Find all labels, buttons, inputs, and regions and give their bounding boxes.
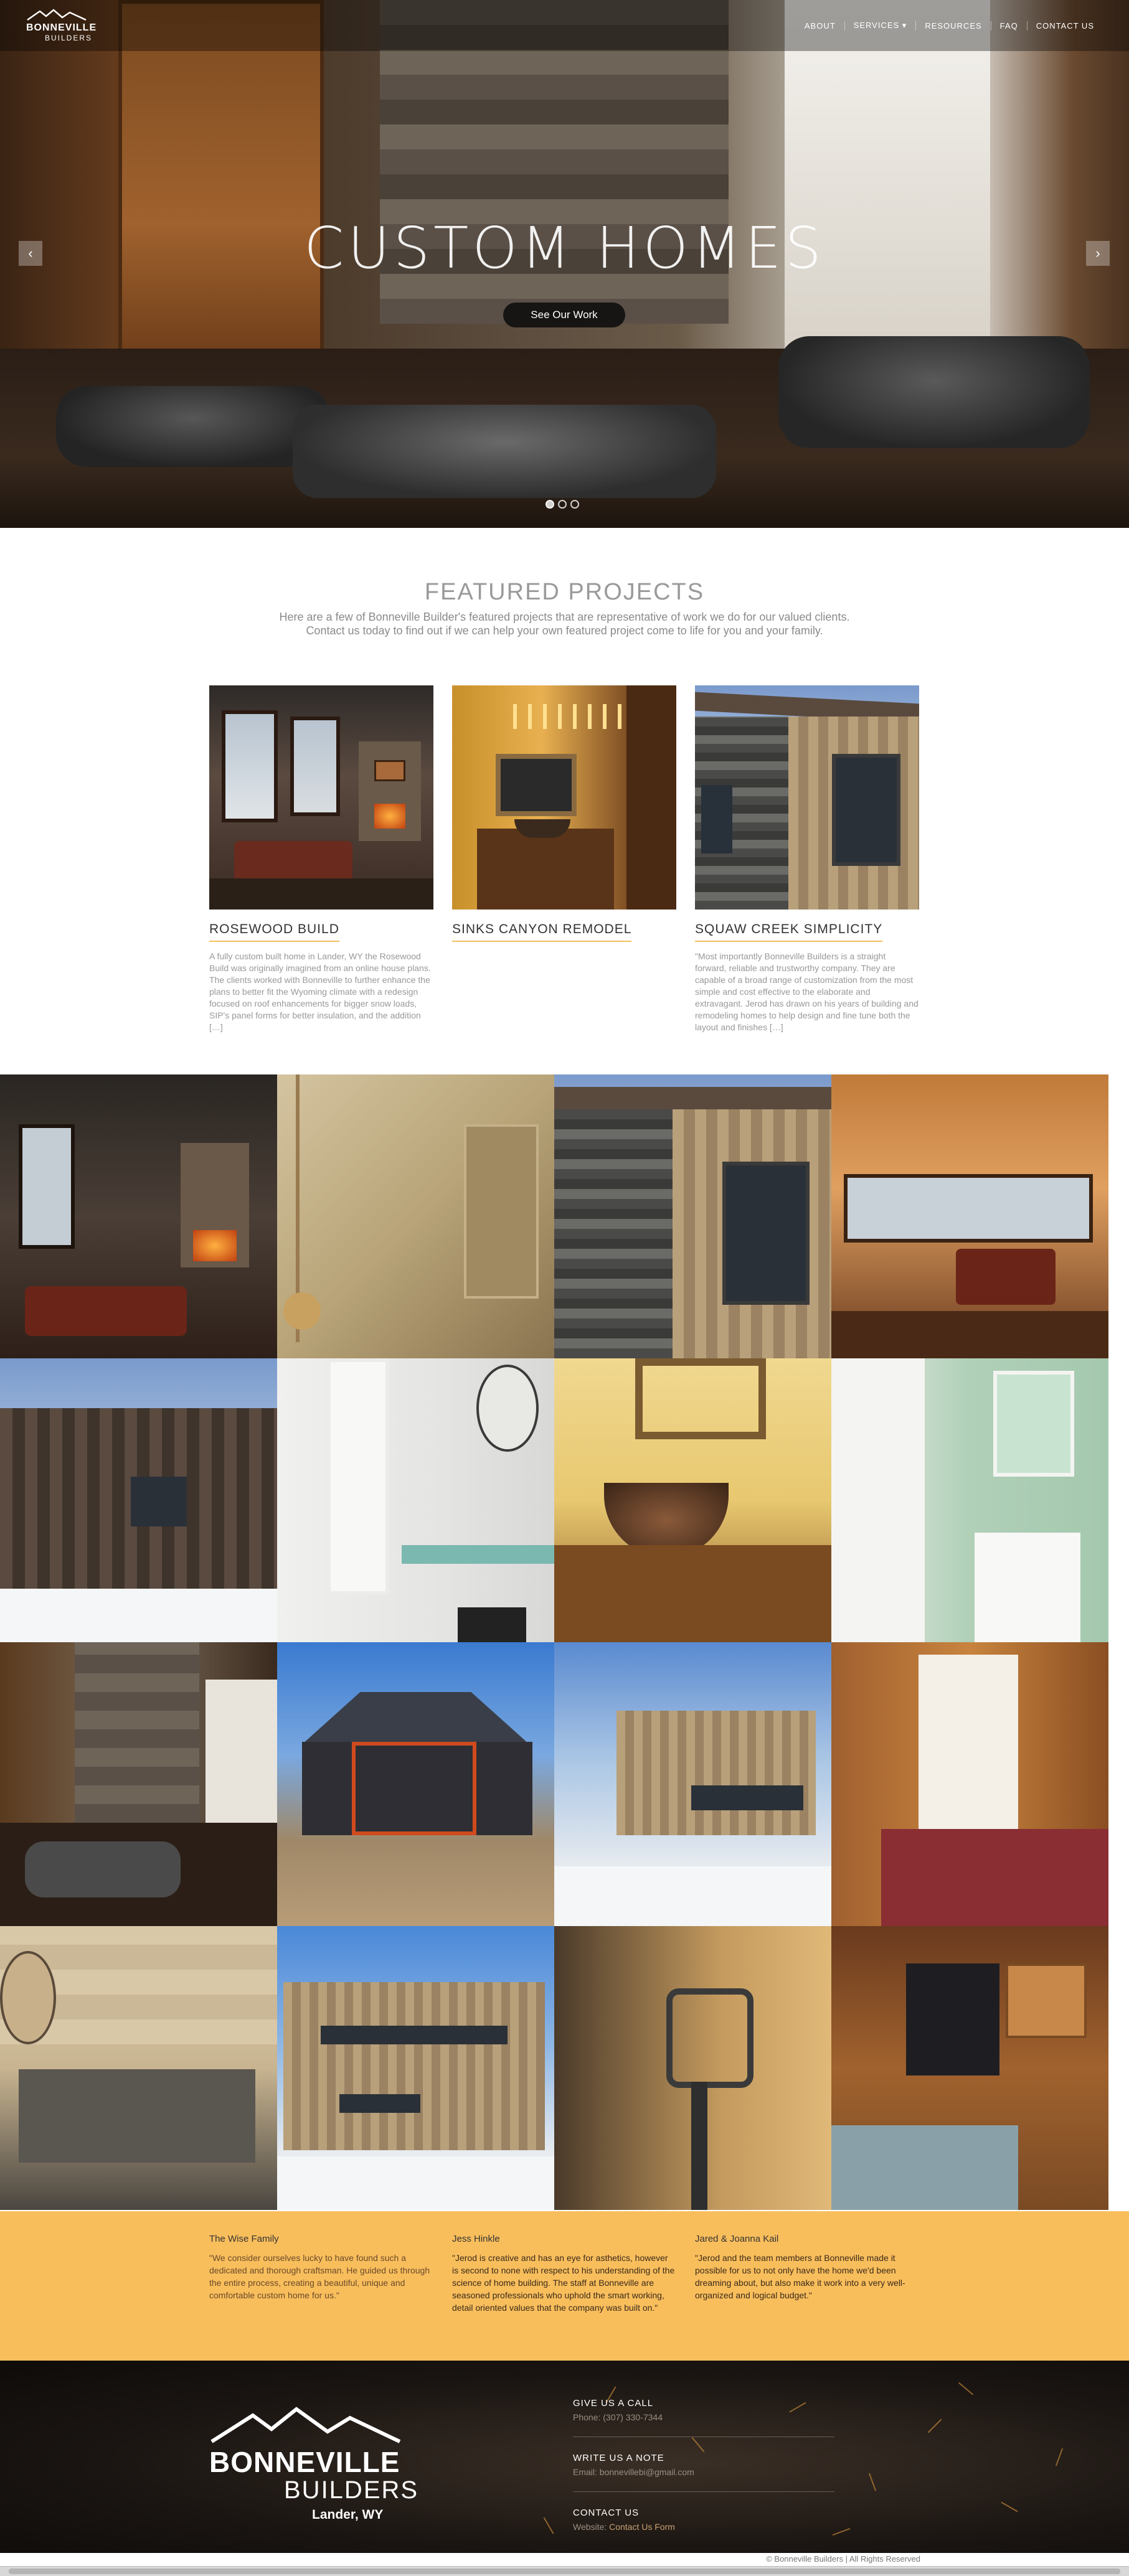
footer-write-heading: WRITE US A NOTE	[573, 2453, 664, 2463]
project-card-rosewood[interactable]: ROSEWOOD BUILD A fully custom built home…	[209, 685, 433, 1033]
prev-slide-button[interactable]: ‹	[19, 241, 42, 266]
nav-faq[interactable]: FAQ	[991, 21, 1027, 31]
hero-window	[785, 0, 990, 349]
footer-email[interactable]: Email: bonnevillebi@gmail.com	[573, 2467, 834, 2477]
gallery-tile-murphy-bed[interactable]	[831, 1642, 1108, 1926]
site-footer: BONNEVILLE BUILDERS Lander, WY GIVE US A…	[0, 2361, 1129, 2566]
footer-write: WRITE US A NOTE Email: bonnevillebi@gmai…	[573, 2453, 834, 2477]
project-desc-rosewood: A fully custom built home in Lander, WY …	[209, 951, 431, 1032]
footer-contact: CONTACT US Website: Contact Us Form	[573, 2508, 834, 2532]
footer-logo-bonneville: BONNEVILLE	[209, 2446, 400, 2478]
testimonial-author: Jess Hinkle	[452, 2234, 500, 2244]
gallery-tile-kitchen[interactable]	[831, 1926, 1108, 2210]
main-menu: ABOUT SERVICES ▾ RESOURCES FAQ CONTACT U…	[796, 19, 1103, 32]
slide-dot-1[interactable]	[546, 500, 554, 509]
footer-contact-label: Website:	[573, 2522, 607, 2532]
project-name-squaw-creek[interactable]: SQUAW CREEK SIMPLICITY	[695, 922, 883, 942]
project-name-sinks-canyon[interactable]: SINKS CANYON REMODEL	[452, 922, 632, 942]
hero-sink-right	[778, 336, 1090, 448]
project-name-rosewood[interactable]: ROSEWOOD BUILD	[209, 922, 339, 942]
gallery-tile-great-room[interactable]	[831, 1074, 1108, 1358]
featured-projects-subtitle: Here are a few of Bonneville Builder's f…	[279, 611, 850, 637]
testimonial-author: Jared & Joanna Kail	[695, 2234, 779, 2244]
logo-text-builders: BUILDERS	[45, 34, 93, 42]
contact-form-link[interactable]: Contact Us Form	[609, 2522, 675, 2532]
gallery-tile-modern-exterior[interactable]	[554, 1642, 831, 1926]
horizontal-scrollbar[interactable]	[0, 2566, 1129, 2576]
hero-door	[118, 0, 324, 374]
footer-divider	[573, 2491, 834, 2492]
slide-dot-3[interactable]	[570, 500, 579, 509]
nav-about[interactable]: ABOUT	[796, 21, 845, 31]
testimonial-1: The Wise Family "We consider ourselves l…	[209, 2234, 433, 2301]
gallery-tile-living-room[interactable]	[0, 1074, 277, 1358]
see-our-work-button[interactable]: See Our Work	[503, 303, 625, 327]
gallery-tile-trough-sink[interactable]	[0, 1926, 277, 2210]
gallery-tile-squaw-exterior[interactable]	[554, 1074, 831, 1358]
nav-services[interactable]: SERVICES ▾	[845, 21, 917, 31]
gallery-tile-timber-home[interactable]	[277, 1642, 554, 1926]
project-card-sinks-canyon[interactable]: SINKS CANYON REMODEL	[452, 685, 676, 951]
gallery-tile-bathroom-closet[interactable]	[277, 1358, 554, 1642]
gallery-tile-double-sinks[interactable]	[0, 1642, 277, 1926]
featured-projects-title: FEATURED PROJECTS	[424, 579, 705, 605]
mountain-logo-icon	[27, 9, 87, 21]
project-image-sinks-canyon[interactable]	[452, 685, 676, 910]
footer-logo-builders: BUILDERS	[284, 2476, 419, 2504]
next-slide-button[interactable]: ›	[1086, 241, 1110, 266]
footer-phone[interactable]: Phone: (307) 330-7344	[573, 2412, 834, 2422]
slide-dot-2[interactable]	[558, 500, 567, 509]
nav-contact-us[interactable]: CONTACT US	[1027, 21, 1103, 31]
logo-text-bonneville: BONNEVILLE	[26, 22, 97, 33]
photo-gallery	[0, 1074, 1129, 2211]
footer-call-heading: GIVE US A CALL	[573, 2398, 654, 2409]
scrollbar-thumb[interactable]	[9, 2569, 1120, 2574]
hero-sink-center	[293, 405, 716, 498]
footer-contact-heading: CONTACT US	[573, 2508, 640, 2518]
footer-contact-line: Website: Contact Us Form	[573, 2522, 834, 2532]
testimonial-3: Jared & Joanna Kail "Jerod and the team …	[695, 2234, 919, 2301]
project-card-squaw-creek[interactable]: SQUAW CREEK SIMPLICITY "Most importantly…	[695, 685, 919, 1033]
gallery-tile-pedestal-sink[interactable]	[831, 1358, 1108, 1642]
project-image-squaw-creek[interactable]	[695, 685, 919, 910]
hero-slider: CUSTOM HOMES See Our Work ‹ ›	[0, 0, 1129, 528]
gallery-tile-shower[interactable]	[277, 1074, 554, 1358]
testimonial-quote: "We consider ourselves lucky to have fou…	[209, 2253, 430, 2300]
testimonial-quote: "Jerod and the team members at Bonnevill…	[695, 2253, 905, 2300]
mountain-logo-icon	[210, 2407, 401, 2443]
testimonial-2: Jess Hinkle "Jerod is creative and has a…	[452, 2234, 676, 2314]
slide-dots	[546, 500, 579, 509]
footer-logo[interactable]: BONNEVILLE BUILDERS Lander, WY	[209, 2407, 417, 2525]
testimonials-section: The Wise Family "We consider ourselves l…	[0, 2211, 1129, 2361]
nav-resources[interactable]: RESOURCES	[916, 21, 991, 31]
gallery-tile-modern-exterior-2[interactable]	[277, 1926, 554, 2210]
testimonial-quote: "Jerod is creative and has an eye for as…	[452, 2253, 675, 2313]
copyright-text: © Bonneville Builders | All Rights Reser…	[766, 2554, 920, 2564]
footer-logo-location: Lander, WY	[312, 2508, 384, 2522]
gallery-tile-house-snow[interactable]	[0, 1358, 277, 1642]
gallery-tile-steel-detail[interactable]	[554, 1926, 831, 2210]
gallery-tile-vessel-sink[interactable]	[554, 1358, 831, 1642]
testimonial-author: The Wise Family	[209, 2234, 279, 2244]
project-desc-squaw-creek: "Most importantly Bonneville Builders is…	[695, 951, 919, 1032]
project-image-rosewood[interactable]	[209, 685, 433, 910]
hero-sink-left	[56, 386, 330, 467]
top-nav: BONNEVILLE BUILDERS ABOUT SERVICES ▾ RES…	[0, 0, 1129, 51]
footer-call: GIVE US A CALL Phone: (307) 330-7344	[573, 2398, 834, 2422]
site-logo[interactable]: BONNEVILLE BUILDERS	[26, 9, 97, 42]
hero-title: CUSTOM HOMES	[304, 215, 825, 281]
